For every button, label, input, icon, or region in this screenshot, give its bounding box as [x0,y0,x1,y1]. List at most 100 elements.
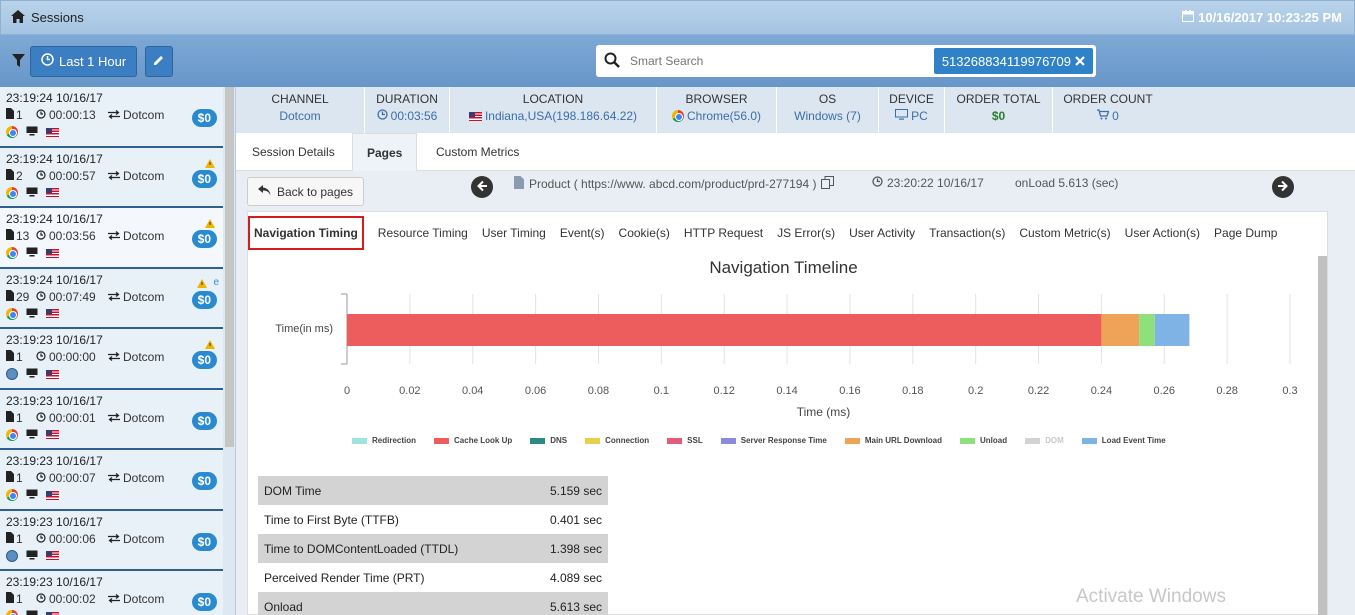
metric-value: 5.159 sec [549,483,602,498]
us-flag-icon [46,188,59,197]
legend-label: Load Event Time [1101,436,1166,445]
tab-custom-metrics[interactable]: Custom Metrics [436,133,519,171]
session-list-scrollbar[interactable] [225,87,234,447]
order-amount-badge: $0 [191,109,217,127]
info-duration: DURATION 00:03:56 [365,87,450,133]
monitor-icon [26,549,38,563]
clock-icon [36,290,46,304]
session-info-bar: CHANNEL Dotcom DURATION 00:03:56 LOCATIO… [236,87,1355,133]
session-duration: 00:00:13 [49,108,96,122]
metric-label: Time to DOMContentLoaded (TTDL) [264,541,459,556]
legend-label: SSL [687,436,703,445]
legend-item[interactable]: Connection [585,436,649,445]
navigation-timeline-chart: 0 0.02 0.04 0.06 0.08 0.1 0.12 0.14 0.16 0.18 0.2 0… [275,293,1298,419]
page-count: 2 [16,168,23,183]
us-flag-icon [46,248,59,258]
session-row[interactable]: 23:19:23 10/16/17 1 00:00:01 Dotcom $0 [0,389,223,450]
legend-item[interactable]: Server Response Time [720,436,827,445]
search-tag[interactable]: 513268834119976709 [933,48,1093,74]
metric-label: Perceived Render Time (PRT) [264,570,425,585]
session-channel: Dotcom [123,350,165,364]
page-count: 13 [16,229,30,243]
y-axis-label: Time(in ms) [275,323,333,335]
warning-icon [205,217,215,231]
subtab-js-error-s[interactable]: JS Error(s) [777,226,835,240]
close-icon[interactable] [1075,54,1085,69]
session-list: 23:19:24 10/16/17 1 00:00:13 Dotcom $0 2… [0,87,236,615]
session-channel: Dotcom [123,592,165,606]
search-input[interactable] [630,54,930,68]
subtab-cookie-s[interactable]: Cookie(s) [619,226,670,240]
session-row[interactable]: 23:19:23 10/16/17 1 00:00:06 Dotcom $0 [0,510,223,571]
metric-value: 1.398 sec [549,541,602,556]
legend-item[interactable]: Cache Look Up [434,436,512,445]
session-channel: Dotcom [123,168,165,183]
session-row[interactable]: 23:19:24 10/16/17 1 00:00:13 Dotcom $0 [0,87,223,148]
info-os: OS Windows (7) [777,87,879,133]
file-icon [6,531,14,546]
x-tick-label: 0.28 [1216,385,1237,397]
x-tick-label: 0.26 [1154,385,1175,397]
exchange-icon [108,411,120,425]
back-to-pages-button[interactable]: Back to pages [247,177,365,206]
next-page-button[interactable] [1272,176,1294,198]
location-text: Indiana,USA(198.186.64.22) [484,109,638,123]
prev-page-button[interactable] [471,176,493,198]
time-range-button[interactable]: Last 1 Hour [30,45,138,77]
legend-swatch [585,437,601,444]
tab-session-details[interactable]: Session Details [252,133,335,171]
metric-row: DOM Time 5.159 sec [258,476,608,505]
panel-scrollbar[interactable] [1318,256,1327,615]
subtab-user-timing[interactable]: User Timing [482,226,546,240]
home-icon[interactable] [11,9,25,26]
page-time: 23:20:22 10/16/17 [872,176,984,190]
us-flag-icon [46,551,59,560]
subtab-resource-timing[interactable]: Resource Timing [378,226,468,240]
session-channel: Dotcom [123,410,165,425]
monitor-icon [26,307,38,321]
info-label: ORDER TOTAL [956,92,1041,106]
x-tick-label: 0.08 [588,385,609,397]
pencil-icon [153,54,165,69]
subtab-custom-metric-s[interactable]: Custom Metric(s) [1019,226,1110,240]
legend-item[interactable]: Main URL Download [844,436,942,445]
session-row[interactable]: 23:19:23 10/16/17 1 00:00:02 Dotcom $0 [0,571,223,615]
file-icon [6,229,14,243]
x-tick-label: 0.24 [1091,385,1112,397]
session-duration: 00:00:57 [49,168,96,183]
subtab-user-activity[interactable]: User Activity [849,226,915,240]
edit-button[interactable] [145,45,174,77]
exchange-icon [108,532,120,546]
legend-item[interactable]: DNS [530,436,567,445]
session-row[interactable]: 23:19:23 10/16/17 1 00:00:00 Dotcom $0 [0,329,223,390]
app-title: Sessions [11,9,84,26]
subtab-page-dump[interactable]: Page Dump [1214,226,1277,240]
filter-icon[interactable] [12,54,26,68]
us-flag-icon [46,430,59,439]
subtab-http-request[interactable]: HTTP Request [684,226,763,240]
subtab-navigation-timing[interactable]: Navigation Timing [248,216,364,250]
session-timestamp: 23:19:24 10/16/17 [6,272,103,287]
tab-pages[interactable]: Pages [352,133,418,171]
metric-row: Time to First Byte (TTFB) 0.401 sec [258,505,608,534]
session-timestamp: 23:19:23 10/16/17 [6,575,103,589]
search-icon[interactable] [604,52,620,71]
copy-icon[interactable] [821,176,835,192]
session-row[interactable]: 23:19:23 10/16/17 1 00:00:07 Dotcom $0 [0,450,223,511]
legend-item[interactable]: DOM [1025,436,1064,445]
session-row[interactable]: 23:19:24 10/16/17 13 00:03:56 Dotcom $0 [0,208,223,269]
subtab-transaction-s[interactable]: Transaction(s) [929,226,1005,240]
session-row[interactable]: 23:19:24 10/16/17 29 00:07:49 Dotcom $0 … [0,268,223,329]
subtab-event-s[interactable]: Event(s) [560,226,605,240]
chrome-icon [6,610,18,615]
order-amount-badge: $0 [191,169,217,188]
file-icon [6,289,14,304]
legend-item[interactable]: SSL [667,436,703,445]
exchange-icon [108,471,120,485]
legend-item[interactable]: Unload [960,436,1007,445]
warning-icon [205,338,215,352]
session-row[interactable]: 23:19:24 10/16/17 2 00:00:57 Dotcom $0 [0,147,223,208]
legend-item[interactable]: Load Event Time [1081,436,1166,445]
subtab-user-action-s[interactable]: User Action(s) [1125,226,1200,240]
legend-item[interactable]: Redirection [352,436,416,445]
